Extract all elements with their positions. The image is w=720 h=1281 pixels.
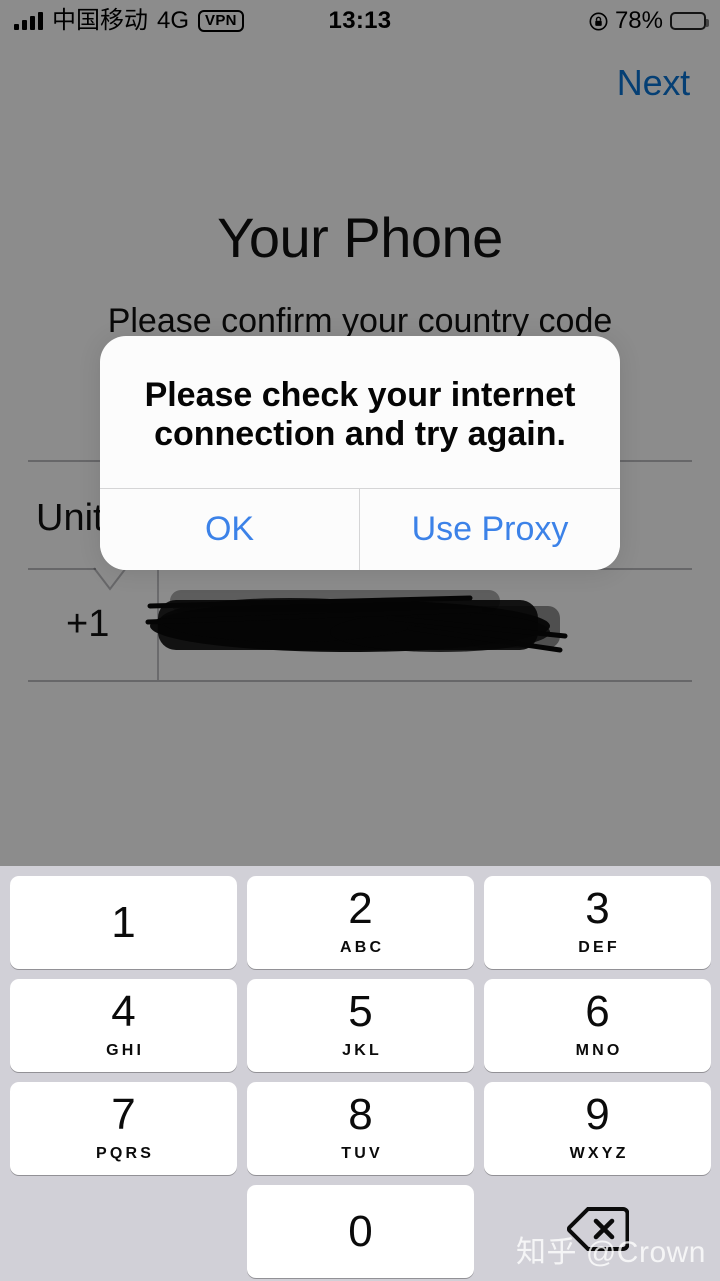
key-digit: 6 <box>585 986 610 1036</box>
alert-ok-button[interactable]: OK <box>100 489 360 571</box>
key-2[interactable]: 2 ABC <box>247 876 474 969</box>
key-letters: WXYZ <box>569 1144 629 1162</box>
key-letters: DEF <box>578 938 620 956</box>
key-letters: MNO <box>575 1041 623 1059</box>
key-8[interactable]: 8 TUV <box>247 1082 474 1175</box>
alert-dialog: Please check your internet connection an… <box>100 336 620 571</box>
key-digit: 4 <box>111 986 136 1036</box>
keypad-spacer-left <box>10 1185 237 1278</box>
watermark: 知乎 @Crown <box>516 1236 706 1269</box>
key-7[interactable]: 7 PQRS <box>10 1082 237 1175</box>
key-digit: 3 <box>585 883 610 933</box>
key-digit: 1 <box>111 897 136 947</box>
key-digit: 8 <box>348 1089 373 1139</box>
key-1[interactable]: 1 <box>10 876 237 969</box>
key-6[interactable]: 6 MNO <box>484 979 711 1072</box>
key-9[interactable]: 9 WXYZ <box>484 1082 711 1175</box>
phone-screen: 中国移动 4G VPN 13:13 78% Next Your Phone Pl… <box>0 0 720 1281</box>
key-4[interactable]: 4 GHI <box>10 979 237 1072</box>
key-letters: PQRS <box>96 1144 155 1162</box>
alert-actions: OK Use Proxy <box>100 488 620 571</box>
numeric-keypad: 1 2 ABC 3 DEF 4 GHI 5 JKL 6 MNO 7 PQRS 8… <box>0 866 720 1281</box>
key-letters: JKL <box>342 1041 382 1059</box>
keypad-row: 1 2 ABC 3 DEF <box>0 876 720 969</box>
key-digit: 2 <box>348 883 373 933</box>
alert-use-proxy-button[interactable]: Use Proxy <box>360 489 620 571</box>
key-5[interactable]: 5 JKL <box>247 979 474 1072</box>
key-0[interactable]: 0 <box>247 1185 474 1278</box>
key-3[interactable]: 3 DEF <box>484 876 711 969</box>
key-digit: 5 <box>348 986 373 1036</box>
key-digit: 9 <box>585 1089 610 1139</box>
key-digit: 7 <box>111 1089 136 1139</box>
key-letters: ABC <box>339 938 385 956</box>
key-letters: TUV <box>341 1144 383 1162</box>
keypad-row: 4 GHI 5 JKL 6 MNO <box>0 979 720 1072</box>
keypad-row: 7 PQRS 8 TUV 9 WXYZ <box>0 1082 720 1175</box>
alert-message: Please check your internet connection an… <box>144 376 576 454</box>
key-letters: GHI <box>106 1041 145 1059</box>
key-digit: 0 <box>348 1206 373 1256</box>
